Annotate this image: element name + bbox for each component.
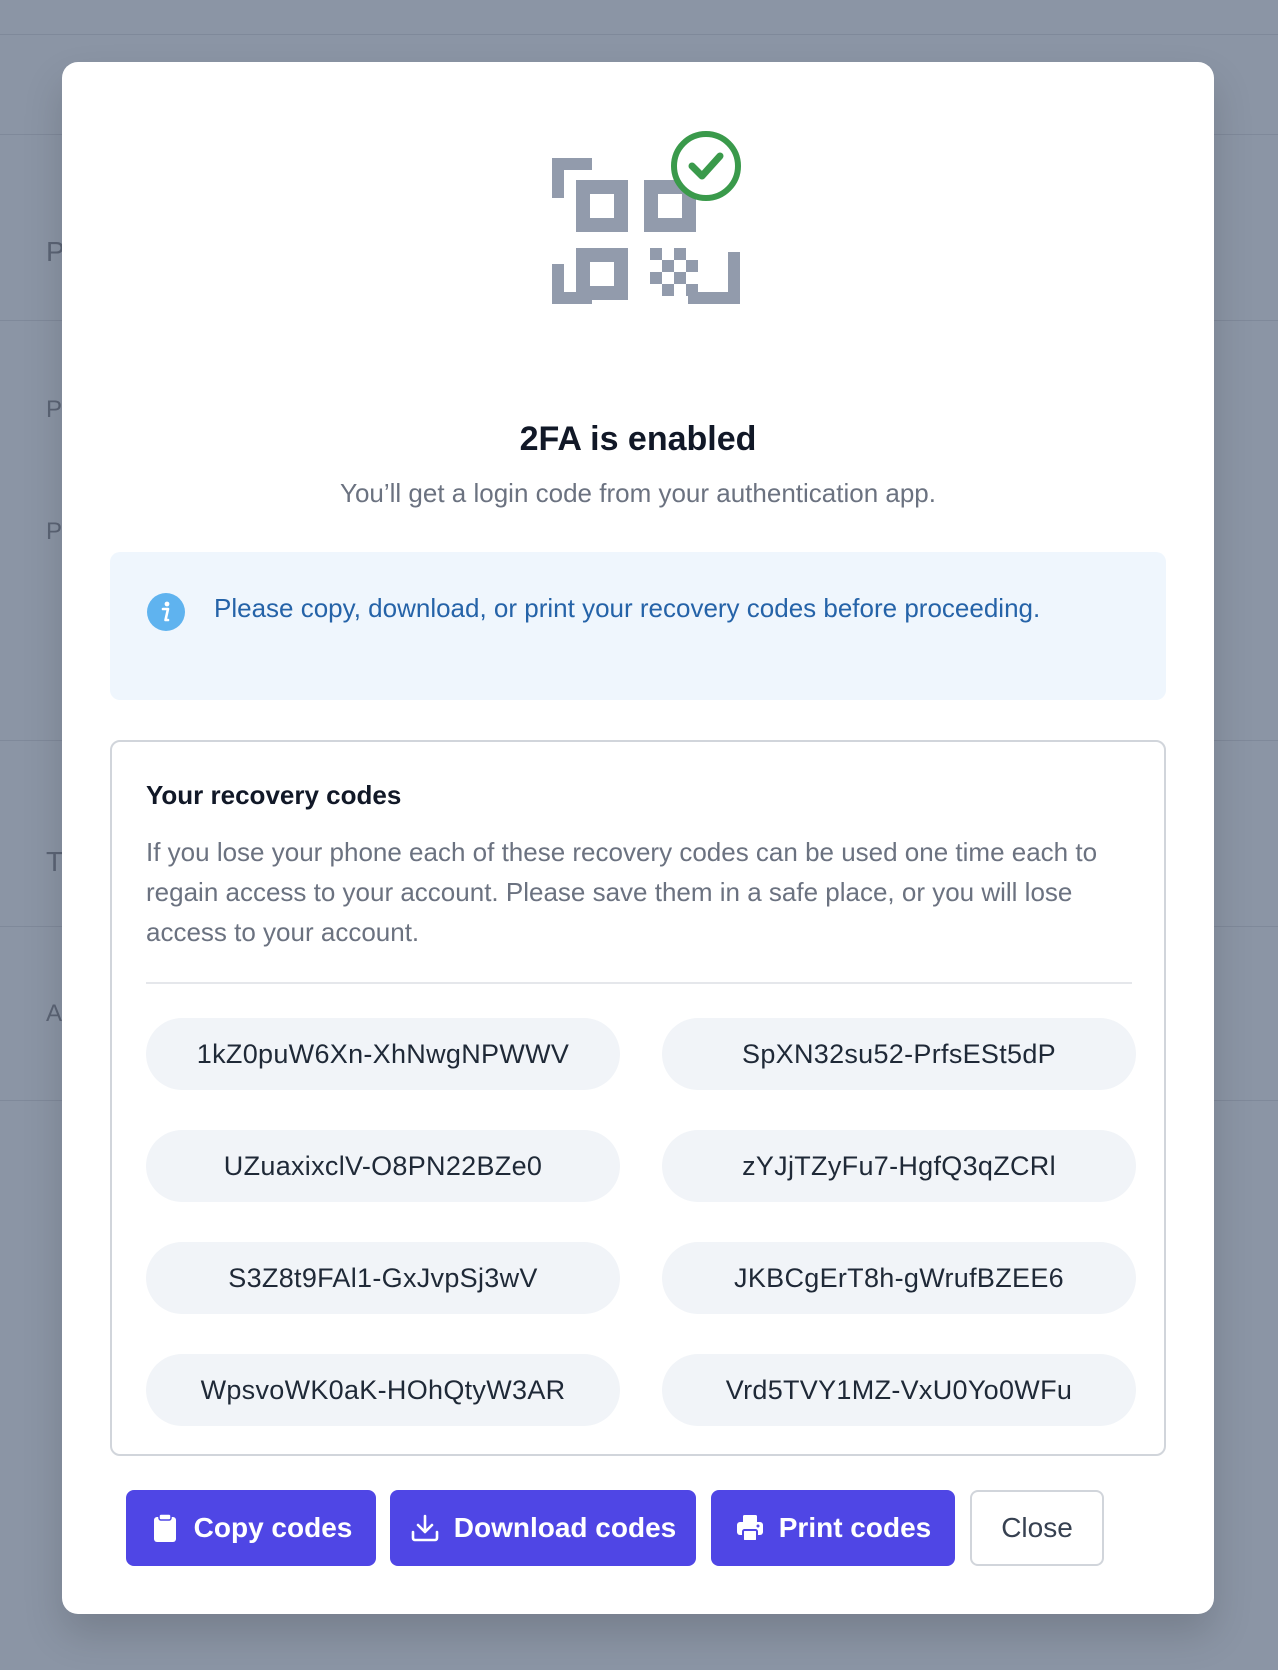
download-codes-label: Download codes — [453, 1512, 677, 1543]
copy-codes-label: Copy codes — [193, 1512, 353, 1543]
clipboard-icon — [150, 1513, 180, 1543]
bg-text: P — [46, 396, 63, 423]
info-alert: Please copy, download, or print your rec… — [110, 552, 1166, 700]
info-alert-text: Please copy, download, or print your rec… — [214, 593, 1041, 623]
bg-divider — [0, 34, 1278, 35]
close-label: Close — [1001, 1512, 1073, 1543]
qr-code-check-icon — [546, 116, 746, 416]
recovery-code[interactable]: UZuaxixclV-O8PN22BZe0 — [146, 1130, 620, 1202]
two-factor-enabled-dialog: 2FA is enabled You’ll get a login code f… — [62, 62, 1214, 1614]
dialog-actions: Copy codes Download codes Print codes Cl… — [126, 1490, 1166, 1566]
info-icon — [146, 592, 186, 632]
recovery-code[interactable]: Vrd5TVY1MZ-VxU0Yo0WFu — [662, 1354, 1136, 1426]
recovery-code[interactable]: zYJjTZyFu7-HgfQ3qZCRl — [662, 1130, 1136, 1202]
download-codes-button[interactable]: Download codes — [390, 1490, 696, 1566]
qr-code-check-icon — [552, 131, 741, 304]
divider — [146, 982, 1132, 984]
recovery-code[interactable]: S3Z8t9FAl1-GxJvpSj3wV — [146, 1242, 620, 1314]
recovery-code[interactable]: JKBCgErT8h-gWrufBZEE6 — [662, 1242, 1136, 1314]
dialog-title: 2FA is enabled — [519, 420, 757, 458]
recovery-codes-title: Your recovery codes — [146, 780, 402, 810]
copy-codes-button[interactable]: Copy codes — [126, 1490, 376, 1566]
close-button[interactable]: Close — [970, 1490, 1104, 1566]
print-codes-label: Print codes — [778, 1512, 932, 1543]
printer-icon — [735, 1513, 765, 1543]
print-codes-button[interactable]: Print codes — [711, 1490, 955, 1566]
bg-text: T — [46, 846, 64, 877]
recovery-codes-list: 1kZ0puW6Xn-XhNwgNPWWV SpXN32su52-PrfsESt… — [146, 1018, 1136, 1426]
recovery-code[interactable]: WpsvoWK0aK-HOhQtyW3AR — [146, 1354, 620, 1426]
recovery-code[interactable]: 1kZ0puW6Xn-XhNwgNPWWV — [146, 1018, 620, 1090]
recovery-codes-card: Your recovery codes If you lose your pho… — [110, 740, 1166, 1456]
bg-text: P — [46, 518, 63, 545]
download-icon — [410, 1513, 440, 1543]
recovery-code[interactable]: SpXN32su52-PrfsESt5dP — [662, 1018, 1136, 1090]
dialog-subtitle: You’ll get a login code from your authen… — [340, 478, 936, 508]
bg-text: A — [46, 1000, 63, 1027]
recovery-codes-description: If you lose your phone each of these rec… — [146, 837, 1098, 947]
